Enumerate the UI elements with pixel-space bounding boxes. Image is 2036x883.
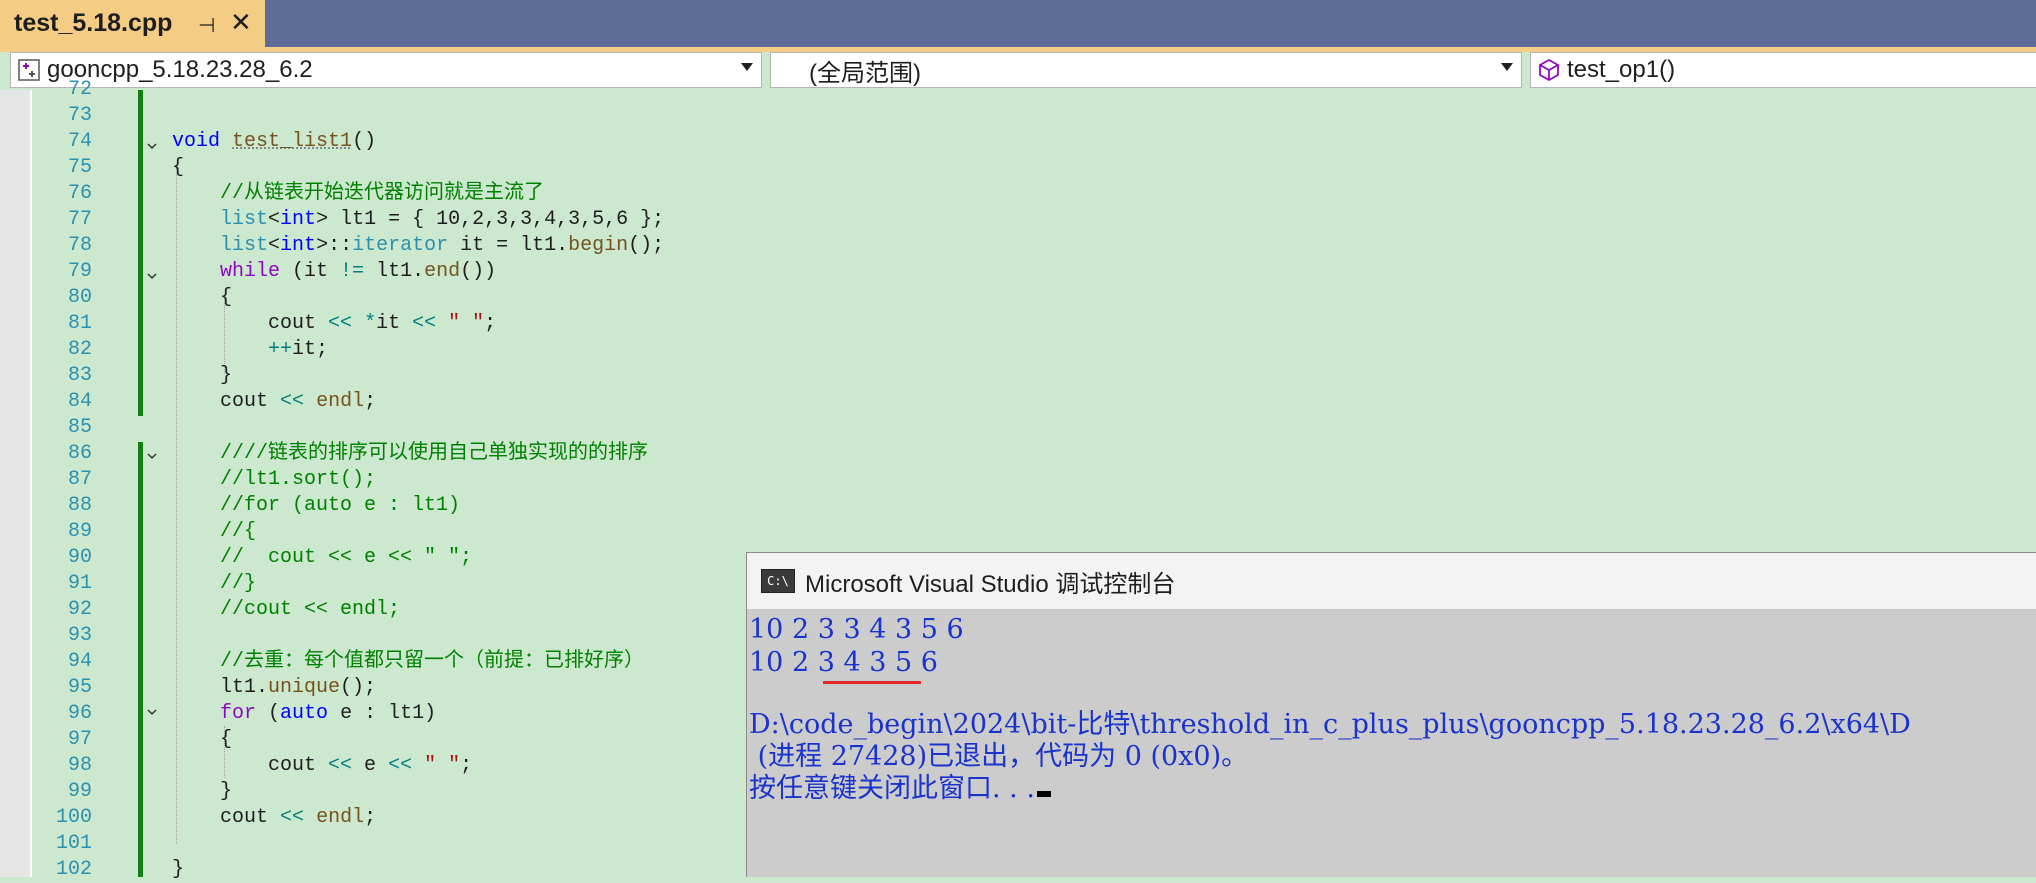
code-text: {: [172, 728, 233, 751]
code-text: {: [172, 286, 233, 309]
code-text: void test_list1(): [172, 130, 377, 153]
code-text: //去重：每个值都只留一个（前提：已排好序）: [172, 650, 645, 673]
code-text: cout << e << " ";: [172, 754, 473, 777]
line-number: 91: [67, 572, 92, 595]
text-cursor: [1036, 791, 1051, 797]
code-line: 89 //{: [0, 519, 2036, 545]
code-line: 80 {: [0, 285, 2036, 311]
line-number: 72: [67, 78, 92, 101]
line-number: 97: [67, 728, 92, 751]
line-number: 74: [67, 130, 92, 153]
code-text: //for (auto e : lt1): [172, 494, 461, 517]
line-number: 99: [67, 780, 92, 803]
code-text: //}: [172, 572, 257, 595]
line-number: 101: [55, 832, 92, 855]
line-number: 93: [67, 624, 92, 647]
line-number: 83: [67, 364, 92, 387]
line-number: 80: [67, 286, 92, 309]
pin-icon[interactable]: ⊣: [198, 13, 215, 38]
code-line: 84 cout << endl;: [0, 389, 2036, 415]
line-number: 76: [67, 182, 92, 205]
code-text: //从链表开始迭代器访问就是主流了: [172, 182, 545, 205]
close-icon[interactable]: ✕: [230, 9, 252, 35]
line-number: 84: [67, 390, 92, 413]
line-number: 98: [67, 754, 92, 777]
tab-test-5-18-cpp[interactable]: test_5.18.cpp ⊣ ✕: [0, 0, 265, 47]
code-text: }: [172, 364, 233, 387]
document-tab-strip: test_5.18.cpp ⊣ ✕: [0, 0, 2036, 47]
console-icon: C:\: [761, 569, 795, 593]
code-text: cout << endl;: [172, 390, 377, 413]
line-number: 96: [67, 702, 92, 725]
code-text: list<int> lt1 = { 10,2,3,3,4,3,5,6 };: [220, 208, 665, 231]
code-text: cout << *it << " ";: [172, 312, 497, 335]
line-number: 95: [67, 676, 92, 699]
code-text: while (it != lt1.end()): [220, 260, 497, 283]
code-line: 88 //for (auto e : lt1): [0, 493, 2036, 519]
chevron-down-icon: [1501, 63, 1513, 71]
line-number: 75: [67, 156, 92, 179]
console-output-line: 10 2 3 3 4 3 5 6: [749, 614, 964, 645]
line-number: 86: [67, 442, 92, 465]
console-title: Microsoft Visual Studio 调试控制台: [805, 570, 1176, 598]
code-text: {: [172, 156, 185, 179]
line-number: 102: [55, 858, 92, 881]
line-number: 79: [67, 260, 92, 283]
line-number: 85: [67, 416, 92, 439]
chevron-down-icon: [741, 63, 753, 71]
line-number: 89: [67, 520, 92, 543]
code-line: 72: [0, 77, 2036, 103]
console-output-line: (进程 27428)已退出，代码为 0 (0x0)。: [749, 741, 1249, 772]
line-number: 90: [67, 546, 92, 569]
code-text: //cout << endl;: [172, 598, 401, 621]
code-text: list<int>::iterator it = lt1.begin();: [220, 234, 665, 257]
tab-title: test_5.18.cpp: [14, 9, 173, 37]
code-text: for (auto e : lt1): [220, 702, 437, 725]
code-line: 79 while (it != lt1.end()): [0, 259, 2036, 285]
code-text: cout << endl;: [172, 806, 377, 829]
code-text: ////链表的排序可以使用自己单独实现的的排序: [172, 442, 649, 465]
line-number: 81: [67, 312, 92, 335]
console-prompt-text: 按任意键关闭此窗口. . .: [749, 773, 1035, 804]
debug-console-window[interactable]: C:\ Microsoft Visual Studio 调试控制台 10 2 3…: [746, 552, 2036, 877]
code-line: 78 list<int>::iterator it = lt1.begin();: [0, 233, 2036, 259]
console-output-line: 按任意键关闭此窗口. . .: [749, 773, 1051, 805]
line-number: 92: [67, 598, 92, 621]
code-text: //lt1.sort();: [172, 468, 377, 491]
code-line: 75 {: [0, 155, 2036, 181]
code-line: 81 cout << *it << " ";: [0, 311, 2036, 337]
console-output-line: D:\code_begin\2024\bit-比特\threshold_in_c…: [749, 709, 1911, 740]
line-number: 100: [55, 806, 92, 829]
code-line: 83 }: [0, 363, 2036, 389]
code-line: 74 void test_list1(): [0, 129, 2036, 155]
code-line: 82 ++it;: [0, 337, 2036, 363]
code-line: 73: [0, 103, 2036, 129]
code-line: 86 ////链表的排序可以使用自己单独实现的的排序: [0, 441, 2036, 467]
line-number: 78: [67, 234, 92, 257]
line-number: 82: [67, 338, 92, 361]
red-underline-annotation: [823, 681, 921, 684]
line-number: 73: [67, 104, 92, 127]
code-line: 87 //lt1.sort();: [0, 467, 2036, 493]
code-text: }: [172, 858, 185, 881]
code-line: 85: [0, 415, 2036, 441]
code-text: //{: [172, 520, 257, 543]
line-number: 87: [67, 468, 92, 491]
line-number: 88: [67, 494, 92, 517]
code-line: 76 //从链表开始迭代器访问就是主流了: [0, 181, 2036, 207]
console-title-bar[interactable]: C:\ Microsoft Visual Studio 调试控制台: [747, 553, 2036, 609]
console-output-line: 10 2 3 4 3 5 6: [749, 647, 938, 678]
line-number: 77: [67, 208, 92, 231]
code-text: lt1.unique();: [172, 676, 377, 699]
code-text: ++it;: [268, 338, 329, 361]
code-line: 77 list<int> lt1 = { 10,2,3,3,4,3,5,6 };: [0, 207, 2036, 233]
line-number: 94: [67, 650, 92, 673]
code-text: // cout << e << " ";: [172, 546, 473, 569]
code-text: }: [172, 780, 233, 803]
